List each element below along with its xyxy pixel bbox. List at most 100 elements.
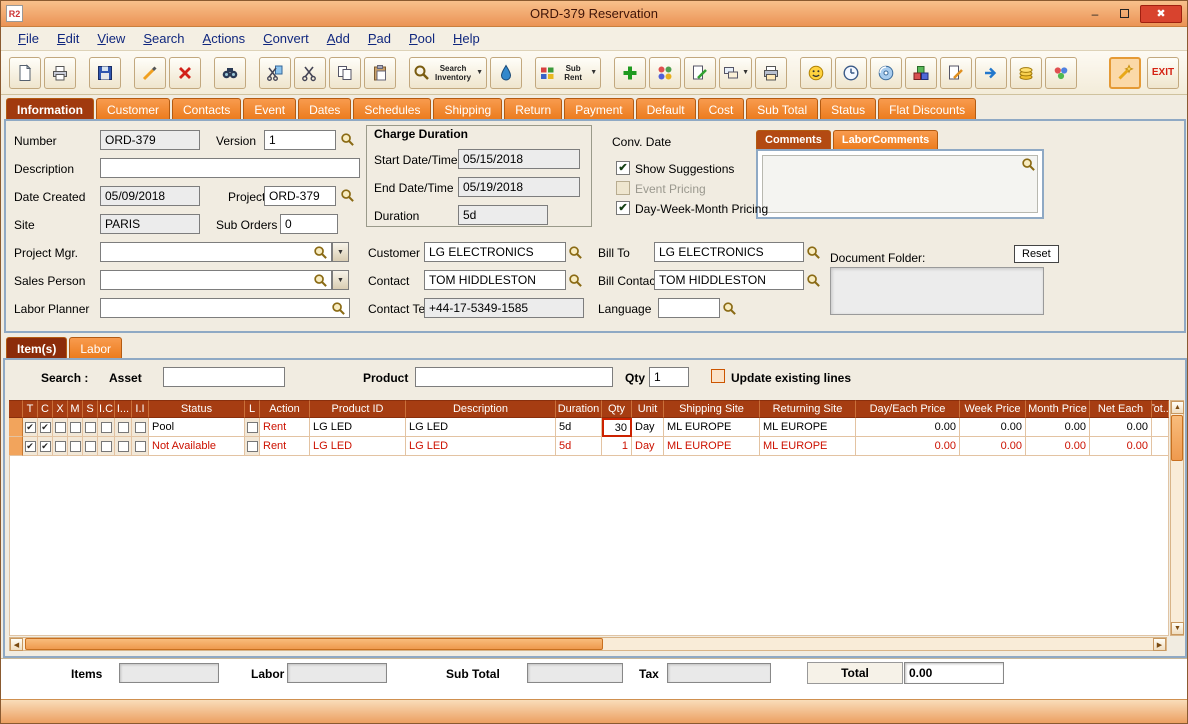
language-lookup-button[interactable] <box>721 300 738 317</box>
col-header-week-price[interactable]: Week Price <box>960 400 1026 418</box>
menu-item-file[interactable]: File <box>9 28 48 49</box>
document-folder-box[interactable] <box>830 267 1044 315</box>
option-groups-button[interactable] <box>649 56 682 89</box>
cell-row-selector[interactable] <box>9 418 23 437</box>
copy-button[interactable] <box>329 56 361 89</box>
cell-day-each-price[interactable]: 0.00 <box>856 437 960 456</box>
cell-total[interactable] <box>1152 437 1169 456</box>
sales-person-lookup-button[interactable] <box>312 272 329 289</box>
jump-arrow-button[interactable] <box>975 56 1008 89</box>
project-mgr-dropdown-button[interactable]: ▼ <box>332 242 349 262</box>
cell-chk-c[interactable]: ✔ <box>38 437 53 456</box>
col-header-chk-t[interactable]: T <box>23 400 38 418</box>
col-header-description[interactable]: Description <box>406 400 556 418</box>
cell-duration[interactable]: 5d <box>556 418 602 437</box>
tab-dates[interactable]: Dates <box>298 98 352 119</box>
col-header-action[interactable]: Action <box>260 400 310 418</box>
bill-to-field[interactable] <box>654 242 804 262</box>
project-lookup-button[interactable] <box>339 187 356 204</box>
paste-button[interactable] <box>364 56 396 89</box>
project-field[interactable] <box>264 186 336 206</box>
comments-box[interactable] <box>756 149 1044 219</box>
horizontal-scrollbar[interactable]: ◀ ▶ <box>9 637 1167 651</box>
cubes-button[interactable] <box>905 56 938 89</box>
cell-chk-m[interactable] <box>68 418 83 437</box>
end-date-field[interactable] <box>458 177 580 197</box>
cell-chk-t[interactable]: ✔ <box>23 418 38 437</box>
cell-week-price[interactable]: 0.00 <box>960 418 1026 437</box>
delete-line-button[interactable] <box>169 56 201 89</box>
add-line-button[interactable] <box>614 56 647 89</box>
col-header-returning-site[interactable]: Returning Site <box>760 400 856 418</box>
menu-item-view[interactable]: View <box>88 28 134 49</box>
bill-to-lookup-button[interactable] <box>805 244 822 261</box>
menu-item-edit[interactable]: Edit <box>48 28 88 49</box>
show-suggestions-checkbox[interactable]: ✔ <box>616 161 630 175</box>
cell-chk-ic[interactable] <box>98 418 115 437</box>
grid-row[interactable]: ✔ ✔ Pool Rent LG LED LG LED 5d 30 Day ML EUROPE ML… <box>9 418 1169 437</box>
cell-qty[interactable]: 30 <box>602 418 632 437</box>
cell-chk-l[interactable] <box>245 437 260 456</box>
cell-chk-m[interactable] <box>68 437 83 456</box>
start-date-field[interactable] <box>458 149 580 169</box>
col-header-total[interactable]: Tot... <box>1152 400 1169 418</box>
bill-contact-lookup-button[interactable] <box>805 272 822 289</box>
cell-unit[interactable]: Day <box>632 437 664 456</box>
sub-orders-field[interactable] <box>280 214 338 234</box>
cell-chk-i[interactable] <box>115 437 132 456</box>
col-header-chk-ic[interactable]: I.C <box>98 400 115 418</box>
cell-duration[interactable]: 5d <box>556 437 602 456</box>
edit-line-button[interactable] <box>134 56 166 89</box>
project-mgr-lookup-button[interactable] <box>312 244 329 261</box>
col-header-chk-c[interactable]: C <box>38 400 53 418</box>
tab-flat-discounts[interactable]: Flat Discounts <box>878 98 977 119</box>
tab-schedules[interactable]: Schedules <box>353 98 432 119</box>
smiley-button[interactable] <box>800 56 833 89</box>
find-button[interactable] <box>214 56 246 89</box>
contact-lookup-button[interactable] <box>567 272 584 289</box>
tab-return[interactable]: Return <box>504 98 563 119</box>
version-field[interactable] <box>264 130 336 150</box>
tab-contacts[interactable]: Contacts <box>172 98 242 119</box>
col-header-month-price[interactable]: Month Price <box>1026 400 1090 418</box>
cut-special-button[interactable] <box>259 56 291 89</box>
cell-net-each[interactable]: 0.00 <box>1090 418 1152 437</box>
version-lookup-button[interactable] <box>339 131 356 148</box>
cards-button[interactable]: ▼ <box>719 56 753 89</box>
cell-chk-ii[interactable] <box>132 437 149 456</box>
chevron-down-icon[interactable]: ▼ <box>476 69 483 76</box>
product-search-input[interactable] <box>415 367 613 387</box>
col-header-chk-ii[interactable]: I.I <box>132 400 149 418</box>
col-header-unit[interactable]: Unit <box>632 400 664 418</box>
customer-lookup-button[interactable] <box>567 244 584 261</box>
col-header-chk-s[interactable]: S <box>83 400 98 418</box>
cell-chk-x[interactable] <box>53 437 68 456</box>
cut-button[interactable] <box>294 56 326 89</box>
customer-field[interactable] <box>424 242 566 262</box>
col-header-chk-m[interactable]: M <box>68 400 83 418</box>
cell-description[interactable]: LG LED <box>406 437 556 456</box>
cell-chk-c[interactable]: ✔ <box>38 418 53 437</box>
cell-product-id[interactable]: LG LED <box>310 418 406 437</box>
history-button[interactable] <box>835 56 868 89</box>
cell-chk-s[interactable] <box>83 437 98 456</box>
menu-item-search[interactable]: Search <box>134 28 193 49</box>
col-header-status[interactable]: Status <box>149 400 245 418</box>
cell-returning-site[interactable]: ML EUROPE <box>760 418 856 437</box>
tab-laborcomments[interactable]: LaborComments <box>832 130 939 149</box>
tab-shipping[interactable]: Shipping <box>433 98 503 119</box>
search-inventory-button[interactable]: Search Inventory ▼ <box>409 56 488 89</box>
qty-search-input[interactable] <box>649 367 689 387</box>
date-created-field[interactable] <box>100 186 200 206</box>
cell-qty[interactable]: 1 <box>602 437 632 456</box>
cell-week-price[interactable]: 0.00 <box>960 437 1026 456</box>
edit-note-button[interactable] <box>684 56 717 89</box>
tab-item-s[interactable]: Item(s) <box>6 337 68 358</box>
cell-row-selector[interactable] <box>9 437 23 456</box>
tab-cost[interactable]: Cost <box>697 98 745 119</box>
cell-net-each[interactable]: 0.00 <box>1090 437 1152 456</box>
tab-labor[interactable]: Labor <box>69 337 123 358</box>
comments-text-area[interactable] <box>762 155 1038 213</box>
cell-returning-site[interactable]: ML EUROPE <box>760 437 856 456</box>
tab-sub-total[interactable]: Sub Total <box>746 98 819 119</box>
